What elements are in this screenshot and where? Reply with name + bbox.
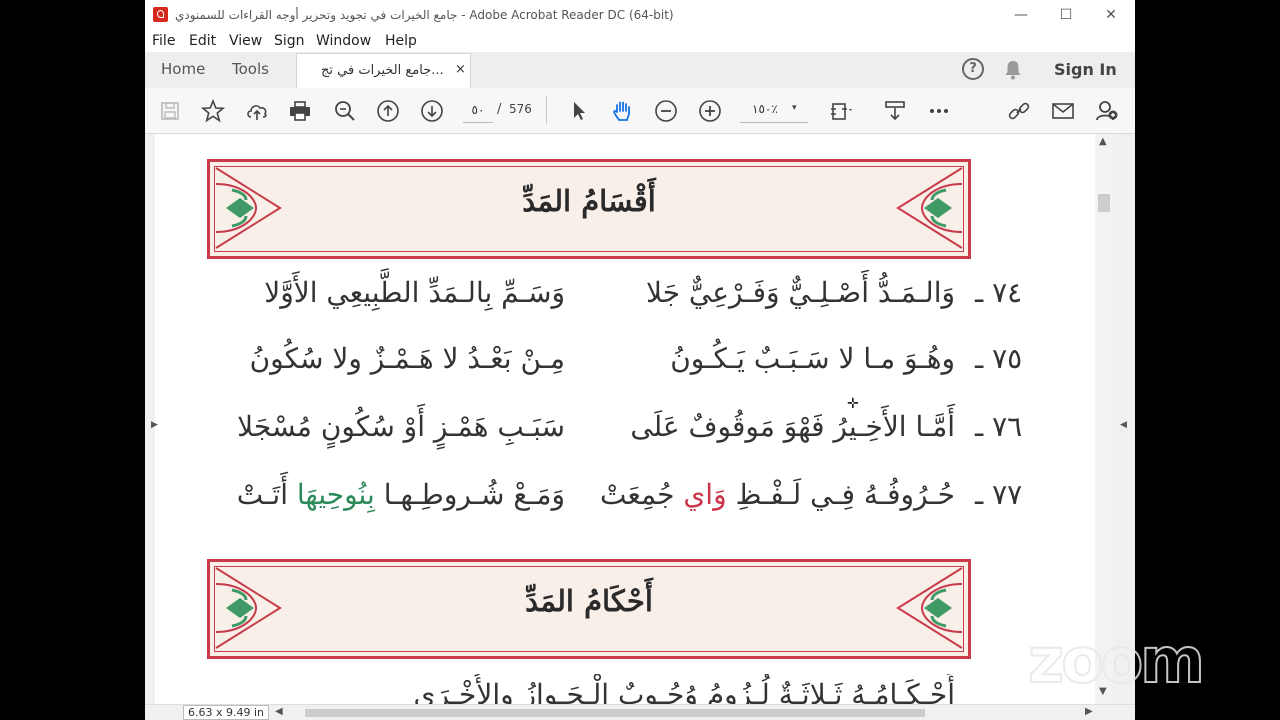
crosshair-cursor-icon: ✛	[847, 396, 859, 412]
scroll-up-icon[interactable]: ▲	[1099, 136, 1107, 147]
verse-first-hemistich: وهُـوَ مـا لا سَـبَـبٌ يَـكُـونُ	[670, 342, 955, 375]
print-icon[interactable]	[287, 98, 313, 124]
bookmark-star-icon[interactable]	[200, 98, 226, 124]
left-panel-toggle[interactable]: ▶	[145, 134, 158, 704]
share-link-icon[interactable]	[1006, 98, 1032, 124]
section-title: أَقْسَامُ المَدِّ	[522, 184, 656, 218]
verse-row: ٧٧ ـ حُـرُوفُـهُ فِـي لَـفْـظِ وَاي جُمِ…	[185, 474, 1045, 524]
window-title: جامع الخيرات في تجويد وتحرير أوجه القراء…	[175, 8, 674, 22]
toolbar: / 576 ١٥٠٪ ▾	[145, 88, 1135, 134]
menu-edit[interactable]: Edit	[189, 33, 216, 49]
scroll-mode-icon[interactable]	[882, 98, 908, 124]
page-number-input[interactable]	[463, 98, 493, 123]
section-title: أَحْكَامُ المَدِّ	[525, 584, 653, 618]
help-icon[interactable]: ?	[962, 58, 984, 80]
zoom-search-icon[interactable]	[332, 98, 358, 124]
verse-second-hemistich: وَمَـعْ شُـروطِـهـا بِنُوحِيهَا أَتَـتْ	[236, 478, 565, 511]
verse-row-partial: أَحْـكَـامُـهُ ثَـلاثَـةٌ لُـزُومُ وُجُـ…	[185, 674, 1045, 704]
verse-first-hemistich: حُـرُوفُـهُ فِـي لَـفْـظِ وَاي جُمِعَتْ	[599, 478, 955, 511]
right-panel-toggle[interactable]: ◀	[1113, 134, 1135, 704]
zoom-watermark-logo: zoom	[1027, 623, 1206, 698]
chevron-down-icon: ▾	[792, 103, 797, 113]
minimize-button[interactable]: —	[1008, 4, 1034, 26]
previous-page-icon[interactable]	[375, 98, 401, 124]
close-button[interactable]: ✕	[1098, 4, 1124, 26]
page-total: 576	[509, 102, 532, 116]
tab-close-icon[interactable]: ×	[455, 62, 466, 77]
menu-help[interactable]: Help	[385, 33, 417, 49]
zoom-out-icon[interactable]	[653, 98, 679, 124]
next-page-icon[interactable]	[419, 98, 445, 124]
save-icon[interactable]	[157, 98, 183, 124]
verse-partial-text: أَحْـكَـامُـهُ ثَـلاثَـةٌ لُـزُومُ وُجُـ…	[413, 678, 955, 704]
verse-number: ٧٤ ـ	[975, 276, 1023, 309]
chevron-left-icon: ◀	[1120, 420, 1127, 430]
vertical-scroll-thumb[interactable]	[1098, 194, 1110, 212]
verse-row: ٧٦ ـ أَمَّـا الأَخِـيرُ فَهْوَ مَوقُوفٌ …	[185, 406, 1045, 456]
zoom-in-icon[interactable]	[697, 98, 723, 124]
menu-view[interactable]: View	[229, 33, 262, 49]
page-fit-icon[interactable]	[828, 98, 854, 124]
verse-row: ٧٥ ـ وهُـوَ مـا لا سَـبَـبٌ يَـكُـونُ مِ…	[185, 338, 1045, 388]
tab-document[interactable]: جامع الخيرات في تج... ×	[296, 53, 471, 89]
chevron-right-icon: ▶	[151, 420, 158, 430]
pdf-page: أَقْسَامُ المَدِّ ٧٤ ـ وَالـمَـدُّ أَصْـ…	[185, 134, 1045, 704]
menu-file[interactable]: File	[152, 33, 175, 49]
toolbar-divider	[546, 96, 547, 124]
menu-window[interactable]: Window	[316, 33, 371, 49]
verse-row: ٧٤ ـ وَالـمَـدُّ أَصْـلِـيٌّ وَفَـرْعِيٌ…	[185, 272, 1045, 322]
zoom-level-select[interactable]: ١٥٠٪ ▾	[740, 98, 808, 123]
menu-sign[interactable]: Sign	[274, 33, 305, 49]
document-viewport[interactable]: ▶ أَقْسَامُ المَدِّ ٧٤ ـ وَالـمَـدُّ أَص…	[145, 134, 1135, 704]
vertical-scrollbar[interactable]: ▲ ▼	[1095, 134, 1113, 704]
zoom-level-value: ١٥٠٪	[752, 102, 778, 116]
verse-second-hemistich: مِـنْ بَعْـدُ لا هَـمْـزٌ ولا سُكُونُ	[249, 342, 565, 375]
highlight-word: وَاي	[683, 478, 727, 511]
add-user-icon[interactable]	[1094, 98, 1120, 124]
more-tools-icon[interactable]	[926, 98, 952, 124]
acrobat-window: جامع الخيرات في تجويد وتحرير أوجه القراء…	[145, 0, 1135, 720]
menu-bar: File Edit View Sign Window Help	[145, 31, 1135, 52]
page-separator: /	[497, 102, 502, 117]
highlight-word: بِنُوحِيهَا	[296, 478, 375, 511]
horizontal-scroll-thumb[interactable]	[305, 709, 925, 717]
section-banner-2: أَحْكَامُ المَدِّ	[207, 559, 971, 659]
upload-cloud-icon[interactable]	[244, 98, 270, 124]
tab-bar: Home Tools جامع الخيرات في تج... × ? Sig…	[145, 52, 1135, 89]
title-bar: جامع الخيرات في تجويد وتحرير أوجه القراء…	[145, 0, 1135, 31]
sign-in-button[interactable]: Sign In	[1054, 60, 1117, 79]
select-cursor-icon[interactable]	[565, 98, 591, 124]
hand-tool-icon[interactable]	[609, 98, 635, 124]
verse-number: ٧٧ ـ	[975, 478, 1023, 511]
email-icon[interactable]	[1050, 98, 1076, 124]
section-banner-1: أَقْسَامُ المَدِّ	[207, 159, 971, 259]
acrobat-logo-icon	[153, 7, 168, 22]
tab-document-label: جامع الخيرات في تج...	[321, 63, 444, 78]
verse-number: ٧٥ ـ	[975, 342, 1023, 375]
verse-first-hemistich: أَمَّـا الأَخِـيرُ فَهْوَ مَوقُوفٌ عَلَى	[630, 410, 955, 443]
scroll-left-icon[interactable]: ◀	[275, 706, 283, 717]
verse-second-hemistich: سَبَـبِ هَمْـزٍ أَوْ سُكُونٍ مُسْجَلا	[237, 410, 565, 443]
scroll-right-icon[interactable]: ▶	[1085, 706, 1093, 717]
verse-number: ٧٦ ـ	[975, 410, 1023, 443]
status-bar: 6.63 x 9.49 in ◀ ▶	[145, 704, 1135, 720]
verse-second-hemistich: وَسَـمِّ بِالـمَدِّ الطَّبِيعِي الأَوَّل…	[264, 276, 565, 309]
maximize-button[interactable]: ☐	[1053, 4, 1079, 26]
tab-home[interactable]: Home	[161, 60, 205, 78]
tab-tools[interactable]: Tools	[232, 60, 269, 78]
page-size-label: 6.63 x 9.49 in	[183, 705, 270, 720]
verse-first-hemistich: وَالـمَـدُّ أَصْـلِـيٌّ وَفَـرْعِيٌّ جَل…	[645, 276, 955, 309]
bell-icon[interactable]	[1004, 60, 1022, 80]
